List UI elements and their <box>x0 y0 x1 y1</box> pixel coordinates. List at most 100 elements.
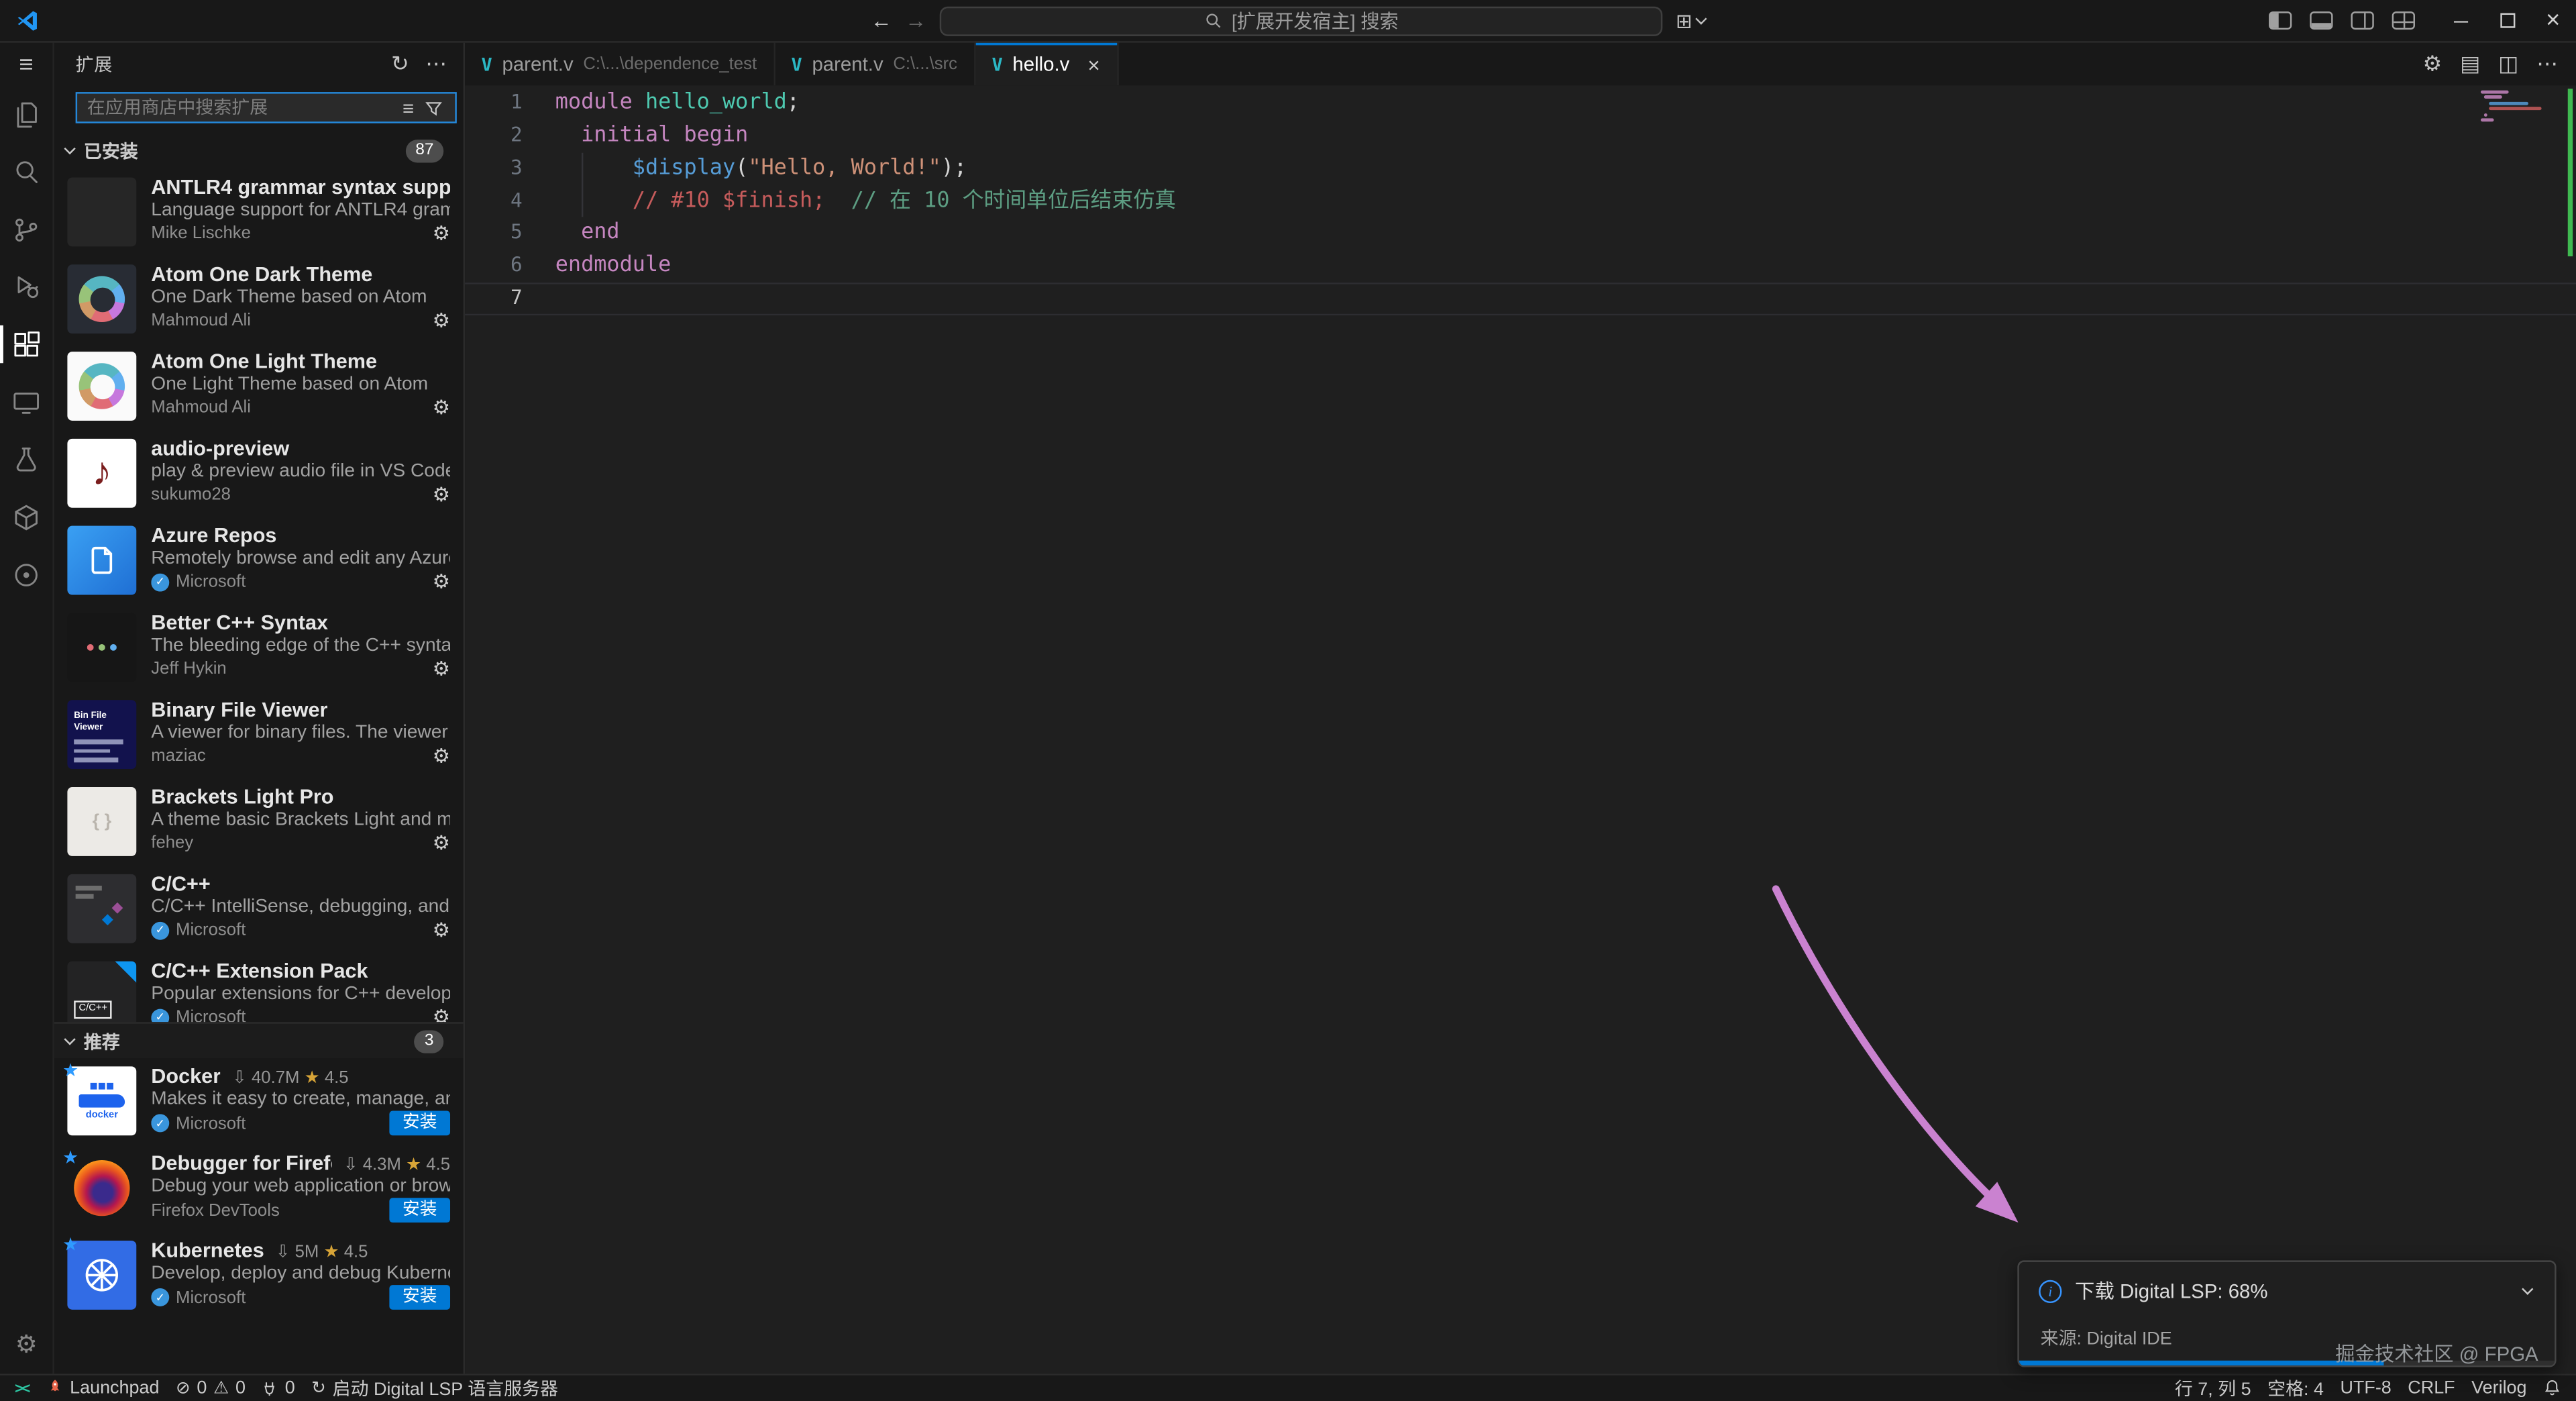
refresh-icon[interactable]: ↻ <box>391 51 409 77</box>
extension-description: Language support for ANTLR4 grammar fil.… <box>151 201 450 220</box>
close-tab-icon[interactable]: × <box>1087 54 1100 75</box>
line-number: 7 <box>465 283 523 316</box>
extension-gear-icon[interactable]: ⚙ <box>433 658 450 680</box>
activitybar-explorer[interactable] <box>0 85 54 143</box>
tab-bar-row: Vparent.vC:\...\dependence_testVparent.v… <box>465 43 2576 86</box>
extension-item[interactable]: ◆◆C/C++C/C++ IntelliSense, debugging, an… <box>54 866 464 953</box>
editor-tab[interactable]: Vparent.vC:\...\src <box>775 43 975 86</box>
extension-gear-icon[interactable]: ⚙ <box>433 1006 450 1022</box>
status-problems[interactable]: ⊘0⚠0 <box>168 1375 254 1401</box>
extension-gear-icon[interactable]: ⚙ <box>433 570 450 593</box>
activitybar-menu[interactable]: ≡ <box>0 43 54 86</box>
back-button[interactable]: ← <box>871 8 892 33</box>
code-line: 7 <box>465 283 2576 316</box>
activitybar-settings-gear[interactable]: ⚙ <box>0 1316 54 1373</box>
maximize-button[interactable] <box>2484 0 2530 41</box>
extension-gear-icon[interactable]: ⚙ <box>433 744 450 767</box>
extension-name: Atom One Light Theme <box>151 350 450 373</box>
editor-tab[interactable]: Vparent.vC:\...\dependence_test <box>465 43 775 86</box>
window-mode-icon[interactable]: ⊞ <box>1676 11 1705 30</box>
extension-item[interactable]: Azure ReposRemotely browse and edit any … <box>54 517 464 605</box>
activitybar-remote-explorer[interactable] <box>0 373 54 431</box>
section-installed[interactable]: 已安装 87 <box>54 133 464 169</box>
status-eol[interactable]: CRLF <box>2400 1375 2463 1401</box>
install-button[interactable]: 安装 <box>389 1111 450 1136</box>
more-actions-icon[interactable]: ⋯ <box>2536 51 2558 77</box>
section-recommended[interactable]: 推荐 3 <box>54 1022 464 1058</box>
extension-gear-icon[interactable]: ⚙ <box>433 309 450 331</box>
status-indentation[interactable]: 空格: 4 <box>2259 1375 2332 1401</box>
extension-gear-icon[interactable]: ⚙ <box>433 831 450 854</box>
filter-icon[interactable] <box>424 99 443 118</box>
extension-item[interactable]: Atom One Dark ThemeOne Dark Theme based … <box>54 256 464 344</box>
extension-item[interactable]: Better C++ SyntaxThe bleeding edge of th… <box>54 605 464 692</box>
verified-publisher-icon: ✓ <box>151 1008 169 1022</box>
code-editor[interactable]: 1module hello_world;2 initial begin3 $di… <box>465 85 2576 1373</box>
activitybar-source-control[interactable] <box>0 201 54 258</box>
status-encoding[interactable]: UTF-8 <box>2332 1375 2400 1401</box>
extension-gear-icon[interactable]: ⚙ <box>433 919 450 941</box>
extension-publisher: ✓Microsoft <box>151 1113 246 1133</box>
extensions-sidebar: 扩展 ↻ ⋯ ≡ 已安装 87 ANTLR4 grammar syntax su… <box>54 43 465 1373</box>
status-cursor-position[interactable]: 行 7, 列 5 <box>2167 1375 2259 1401</box>
status-lsp-progress[interactable]: ↻启动 Digital LSP 语言服务器 <box>303 1375 566 1401</box>
extension-publisher: sukumo28 <box>151 484 231 504</box>
editor-settings-icon[interactable]: ⚙ <box>2423 51 2443 77</box>
recommended-list: docker★Docker⇩ 40.7M ★ 4.5Makes it easy … <box>54 1058 464 1373</box>
split-editor-icon[interactable]: ◫ <box>2498 51 2518 77</box>
forward-button[interactable]: → <box>905 8 926 33</box>
toggle-sidebar-icon[interactable] <box>2269 11 2292 30</box>
extension-item[interactable]: ANTLR4 grammar syntax supportLanguage su… <box>54 169 464 256</box>
extension-item[interactable]: docker★Docker⇩ 40.7M ★ 4.5Makes it easy … <box>54 1058 464 1145</box>
extension-item[interactable]: C/C++C/C++ Extension PackPopular extensi… <box>54 953 464 1022</box>
extension-item[interactable]: Bin File ViewerBinary File ViewerA viewe… <box>54 692 464 779</box>
activitybar-testing[interactable] <box>0 431 54 488</box>
customize-layout-icon[interactable] <box>2392 11 2415 30</box>
activitybar-extensions[interactable] <box>0 315 54 373</box>
code-line: 5 end <box>465 217 2576 250</box>
install-button[interactable]: 安装 <box>389 1198 450 1223</box>
code-line: 2 initial begin <box>465 119 2576 152</box>
status-ports[interactable]: 0 <box>254 1375 303 1401</box>
close-button[interactable]: × <box>2530 0 2576 41</box>
chevron-down-icon[interactable] <box>2522 1282 2533 1294</box>
status-remote-indicator[interactable]: >< <box>7 1375 37 1401</box>
toggle-panel-icon[interactable] <box>2310 11 2332 30</box>
install-button[interactable]: 安装 <box>389 1285 450 1310</box>
status-label: UTF-8 <box>2340 1378 2391 1398</box>
editor-tab[interactable]: Vhello.v× <box>975 43 1118 86</box>
extension-gear-icon[interactable]: ⚙ <box>433 222 450 245</box>
extension-search-input[interactable] <box>76 92 457 123</box>
activitybar-containers[interactable] <box>0 488 54 546</box>
extension-item[interactable]: Atom One Light ThemeOne Light Theme base… <box>54 344 464 431</box>
more-actions-icon[interactable]: ⋯ <box>425 51 447 77</box>
activitybar-digital-ide[interactable] <box>0 546 54 603</box>
rating-star-icon: ★ <box>323 1242 339 1261</box>
minimap[interactable] <box>2481 91 2550 127</box>
command-center[interactable]: [扩展开发宿主] 搜索 <box>940 6 1663 36</box>
status-label: 空格: 4 <box>2267 1375 2324 1401</box>
extension-gear-icon[interactable]: ⚙ <box>433 396 450 419</box>
extension-name: audio-preview <box>151 437 450 460</box>
extension-gear-icon[interactable]: ⚙ <box>433 483 450 506</box>
extension-item[interactable]: ★Debugger for Firefox⇩ 4.3M ★ 4.5Debug y… <box>54 1145 464 1233</box>
status-language-mode[interactable]: Verilog <box>2463 1375 2535 1401</box>
status-notifications-bell[interactable] <box>2535 1375 2569 1401</box>
activitybar-run-debug[interactable] <box>0 258 54 315</box>
toggle-secondary-sidebar-icon[interactable] <box>2351 11 2373 30</box>
extension-item[interactable]: ♪audio-previewplay & preview audio file … <box>54 431 464 518</box>
clear-filter-icon[interactable]: ≡ <box>402 97 414 119</box>
open-preview-icon[interactable]: ▤ <box>2460 51 2480 77</box>
minimize-button[interactable]: ─ <box>2438 0 2484 41</box>
extension-item[interactable]: { }Brackets Light ProA theme basic Brack… <box>54 779 464 866</box>
recommended-count-badge: 3 <box>415 1029 443 1052</box>
indent-guide <box>582 153 583 217</box>
extension-description: The bleeding edge of the C++ syntax <box>151 636 450 656</box>
activitybar-search[interactable] <box>0 143 54 201</box>
extension-name: C/C++ <box>151 872 450 895</box>
kubernetes-extension-icon: ★ <box>67 1241 136 1310</box>
extension-stats: ⇩ 4.3M ★ 4.5 <box>343 1155 450 1175</box>
extension-item[interactable]: ★Kubernetes⇩ 5M ★ 4.5Develop, deploy and… <box>54 1233 464 1320</box>
status-launchpad[interactable]: Launchpad <box>37 1375 168 1401</box>
tab-label: parent.v <box>502 52 573 75</box>
